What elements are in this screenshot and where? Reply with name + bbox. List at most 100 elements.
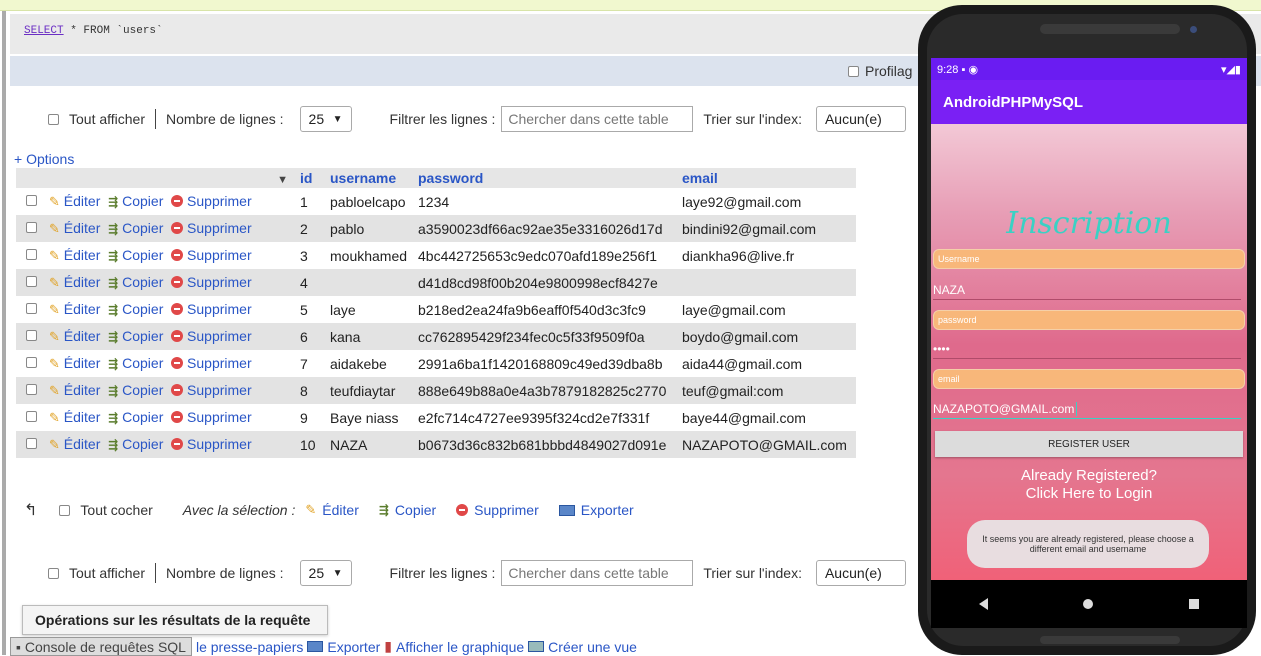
cell-password[interactable]: cc762895429f234fec0c5f33f9509f0a	[414, 323, 678, 350]
row-delete-button[interactable]: Supprimer	[171, 382, 252, 398]
email-field-value[interactable]: NAZAPOTO@GMAIL.com	[933, 399, 1241, 419]
cell-username[interactable]: pablo	[326, 215, 414, 242]
cell-id[interactable]: 1	[296, 188, 326, 215]
show-all-checkbox[interactable]	[48, 113, 59, 125]
row-checkbox[interactable]	[26, 357, 37, 368]
row-copy-button[interactable]: ⇶ Copier	[108, 409, 163, 425]
cell-email[interactable]: bindini92@gmail.com	[678, 215, 856, 242]
selection-edit-button[interactable]: ✎ Éditer	[305, 502, 358, 518]
row-copy-button[interactable]: ⇶ Copier	[108, 274, 163, 290]
row-copy-button[interactable]: ⇶ Copier	[108, 355, 163, 371]
cell-id[interactable]: 5	[296, 296, 326, 323]
row-copy-button[interactable]: ⇶ Copier	[108, 220, 163, 236]
sort-index-select[interactable]: Aucun(e)	[815, 106, 906, 132]
profiling-checkbox[interactable]	[848, 65, 859, 77]
username-field-value[interactable]: NAZA	[933, 280, 1241, 300]
row-edit-button[interactable]: ✎ Éditer	[49, 301, 100, 317]
row-delete-button[interactable]: Supprimer	[171, 274, 252, 290]
row-checkbox[interactable]	[26, 384, 37, 395]
filter-input[interactable]: Chercher dans cette table	[501, 106, 694, 132]
row-edit-button[interactable]: ✎ Éditer	[49, 436, 100, 452]
email-field-label[interactable]: email	[933, 369, 1245, 389]
cell-email[interactable]: laye92@gmail.com	[678, 188, 856, 215]
selection-export-button[interactable]: Exporter	[558, 502, 634, 518]
cell-email[interactable]: aida44@gmail.com	[678, 350, 856, 377]
row-edit-button[interactable]: ✎ Éditer	[49, 193, 100, 209]
register-user-button[interactable]: REGISTER USER	[935, 431, 1243, 457]
recent-apps-icon[interactable]	[1189, 599, 1200, 609]
cell-email[interactable]: baye44@gmail.com	[678, 404, 856, 431]
selection-copy-button[interactable]: ⇶ Copier	[379, 502, 436, 518]
row-delete-button[interactable]: Supprimer	[171, 409, 252, 425]
cell-email[interactable]	[678, 269, 856, 296]
row-edit-button[interactable]: ✎ Éditer	[49, 247, 100, 263]
password-field-label[interactable]: password	[933, 310, 1245, 330]
row-delete-button[interactable]: Supprimer	[171, 328, 252, 344]
cell-username[interactable]: Baye niass	[326, 404, 414, 431]
sql-console-button[interactable]: ▪ Console de requêtes SQL	[10, 637, 192, 656]
row-delete-button[interactable]: Supprimer	[171, 220, 252, 236]
row-delete-button[interactable]: Supprimer	[171, 355, 252, 371]
row-checkbox[interactable]	[26, 222, 37, 233]
cell-username[interactable]: NAZA	[326, 431, 414, 458]
cell-id[interactable]: 10	[296, 431, 326, 458]
cell-password[interactable]: a3590023df66ac92ae35e3316026d17d	[414, 215, 678, 242]
clipboard-link[interactable]: le presse-papiers	[196, 639, 303, 655]
options-link[interactable]: + Options	[14, 151, 74, 167]
cell-password[interactable]: d41d8cd98f00b204e9800998ecf8427e	[414, 269, 678, 296]
show-all-checkbox-bottom[interactable]	[48, 567, 59, 579]
cell-password[interactable]: 1234	[414, 188, 678, 215]
cell-password[interactable]: b0673d36c832b681bbbd4849027d091e	[414, 431, 678, 458]
profiling-toggle[interactable]: Profilag	[848, 63, 912, 79]
row-delete-button[interactable]: Supprimer	[171, 193, 252, 209]
cell-username[interactable]: laye	[326, 296, 414, 323]
cell-email[interactable]: teuf@gmail:com	[678, 377, 856, 404]
selection-delete-button[interactable]: Supprimer	[456, 502, 539, 518]
row-copy-button[interactable]: ⇶ Copier	[108, 247, 163, 263]
row-edit-button[interactable]: ✎ Éditer	[49, 382, 100, 398]
cell-password[interactable]: 888e649b88a0e4a3b7879182825c2770	[414, 377, 678, 404]
row-copy-button[interactable]: ⇶ Copier	[108, 382, 163, 398]
cell-id[interactable]: 2	[296, 215, 326, 242]
row-edit-button[interactable]: ✎ Éditer	[49, 220, 100, 236]
cell-email[interactable]: diankha96@live.fr	[678, 242, 856, 269]
row-delete-button[interactable]: Supprimer	[171, 301, 252, 317]
home-icon[interactable]	[1083, 599, 1094, 609]
cell-username[interactable]: pabloelcapo	[326, 188, 414, 215]
cell-id[interactable]: 9	[296, 404, 326, 431]
cell-username[interactable]: moukhamed	[326, 242, 414, 269]
cell-password[interactable]: 2991a6ba1f1420168809c49ed39dba8b	[414, 350, 678, 377]
check-all-checkbox[interactable]	[59, 504, 71, 516]
cell-id[interactable]: 4	[296, 269, 326, 296]
rows-count-select-bottom[interactable]: 25 ▼	[299, 560, 352, 586]
column-header-password[interactable]: password	[414, 168, 678, 188]
column-sort-arrow[interactable]: ▼	[16, 168, 296, 188]
row-edit-button[interactable]: ✎ Éditer	[49, 274, 100, 290]
sort-index-select-bottom[interactable]: Aucun(e)	[815, 560, 906, 586]
row-delete-button[interactable]: Supprimer	[171, 436, 252, 452]
row-copy-button[interactable]: ⇶ Copier	[108, 193, 163, 209]
sql-keyword[interactable]: SELECT	[24, 25, 64, 37]
cell-id[interactable]: 3	[296, 242, 326, 269]
row-checkbox[interactable]	[26, 303, 37, 314]
cell-id[interactable]: 6	[296, 323, 326, 350]
column-header-id[interactable]: id	[296, 168, 326, 188]
cell-username[interactable]: aidakebe	[326, 350, 414, 377]
cell-id[interactable]: 8	[296, 377, 326, 404]
row-checkbox[interactable]	[26, 411, 37, 422]
cell-id[interactable]: 7	[296, 350, 326, 377]
row-delete-button[interactable]: Supprimer	[171, 247, 252, 263]
cell-password[interactable]: b218ed2ea24fa9b6eaff0f540d3c3fc9	[414, 296, 678, 323]
cell-username[interactable]	[326, 269, 414, 296]
cell-email[interactable]: NAZAPOTO@GMAIL.com	[678, 431, 856, 458]
footer-export-link[interactable]: Exporter	[327, 639, 380, 655]
sort-down-icon[interactable]: ▼	[277, 174, 288, 186]
check-all-label[interactable]: Tout cocher	[80, 502, 152, 518]
column-header-email[interactable]: email	[678, 168, 856, 188]
row-checkbox[interactable]	[26, 249, 37, 260]
row-edit-button[interactable]: ✎ Éditer	[49, 409, 100, 425]
row-copy-button[interactable]: ⇶ Copier	[108, 301, 163, 317]
login-link[interactable]: Already Registered? Click Here to Login	[931, 467, 1247, 503]
create-view-link[interactable]: Créer une vue	[548, 639, 637, 655]
sql-query-text[interactable]: SELECT * FROM `users`	[24, 25, 163, 37]
